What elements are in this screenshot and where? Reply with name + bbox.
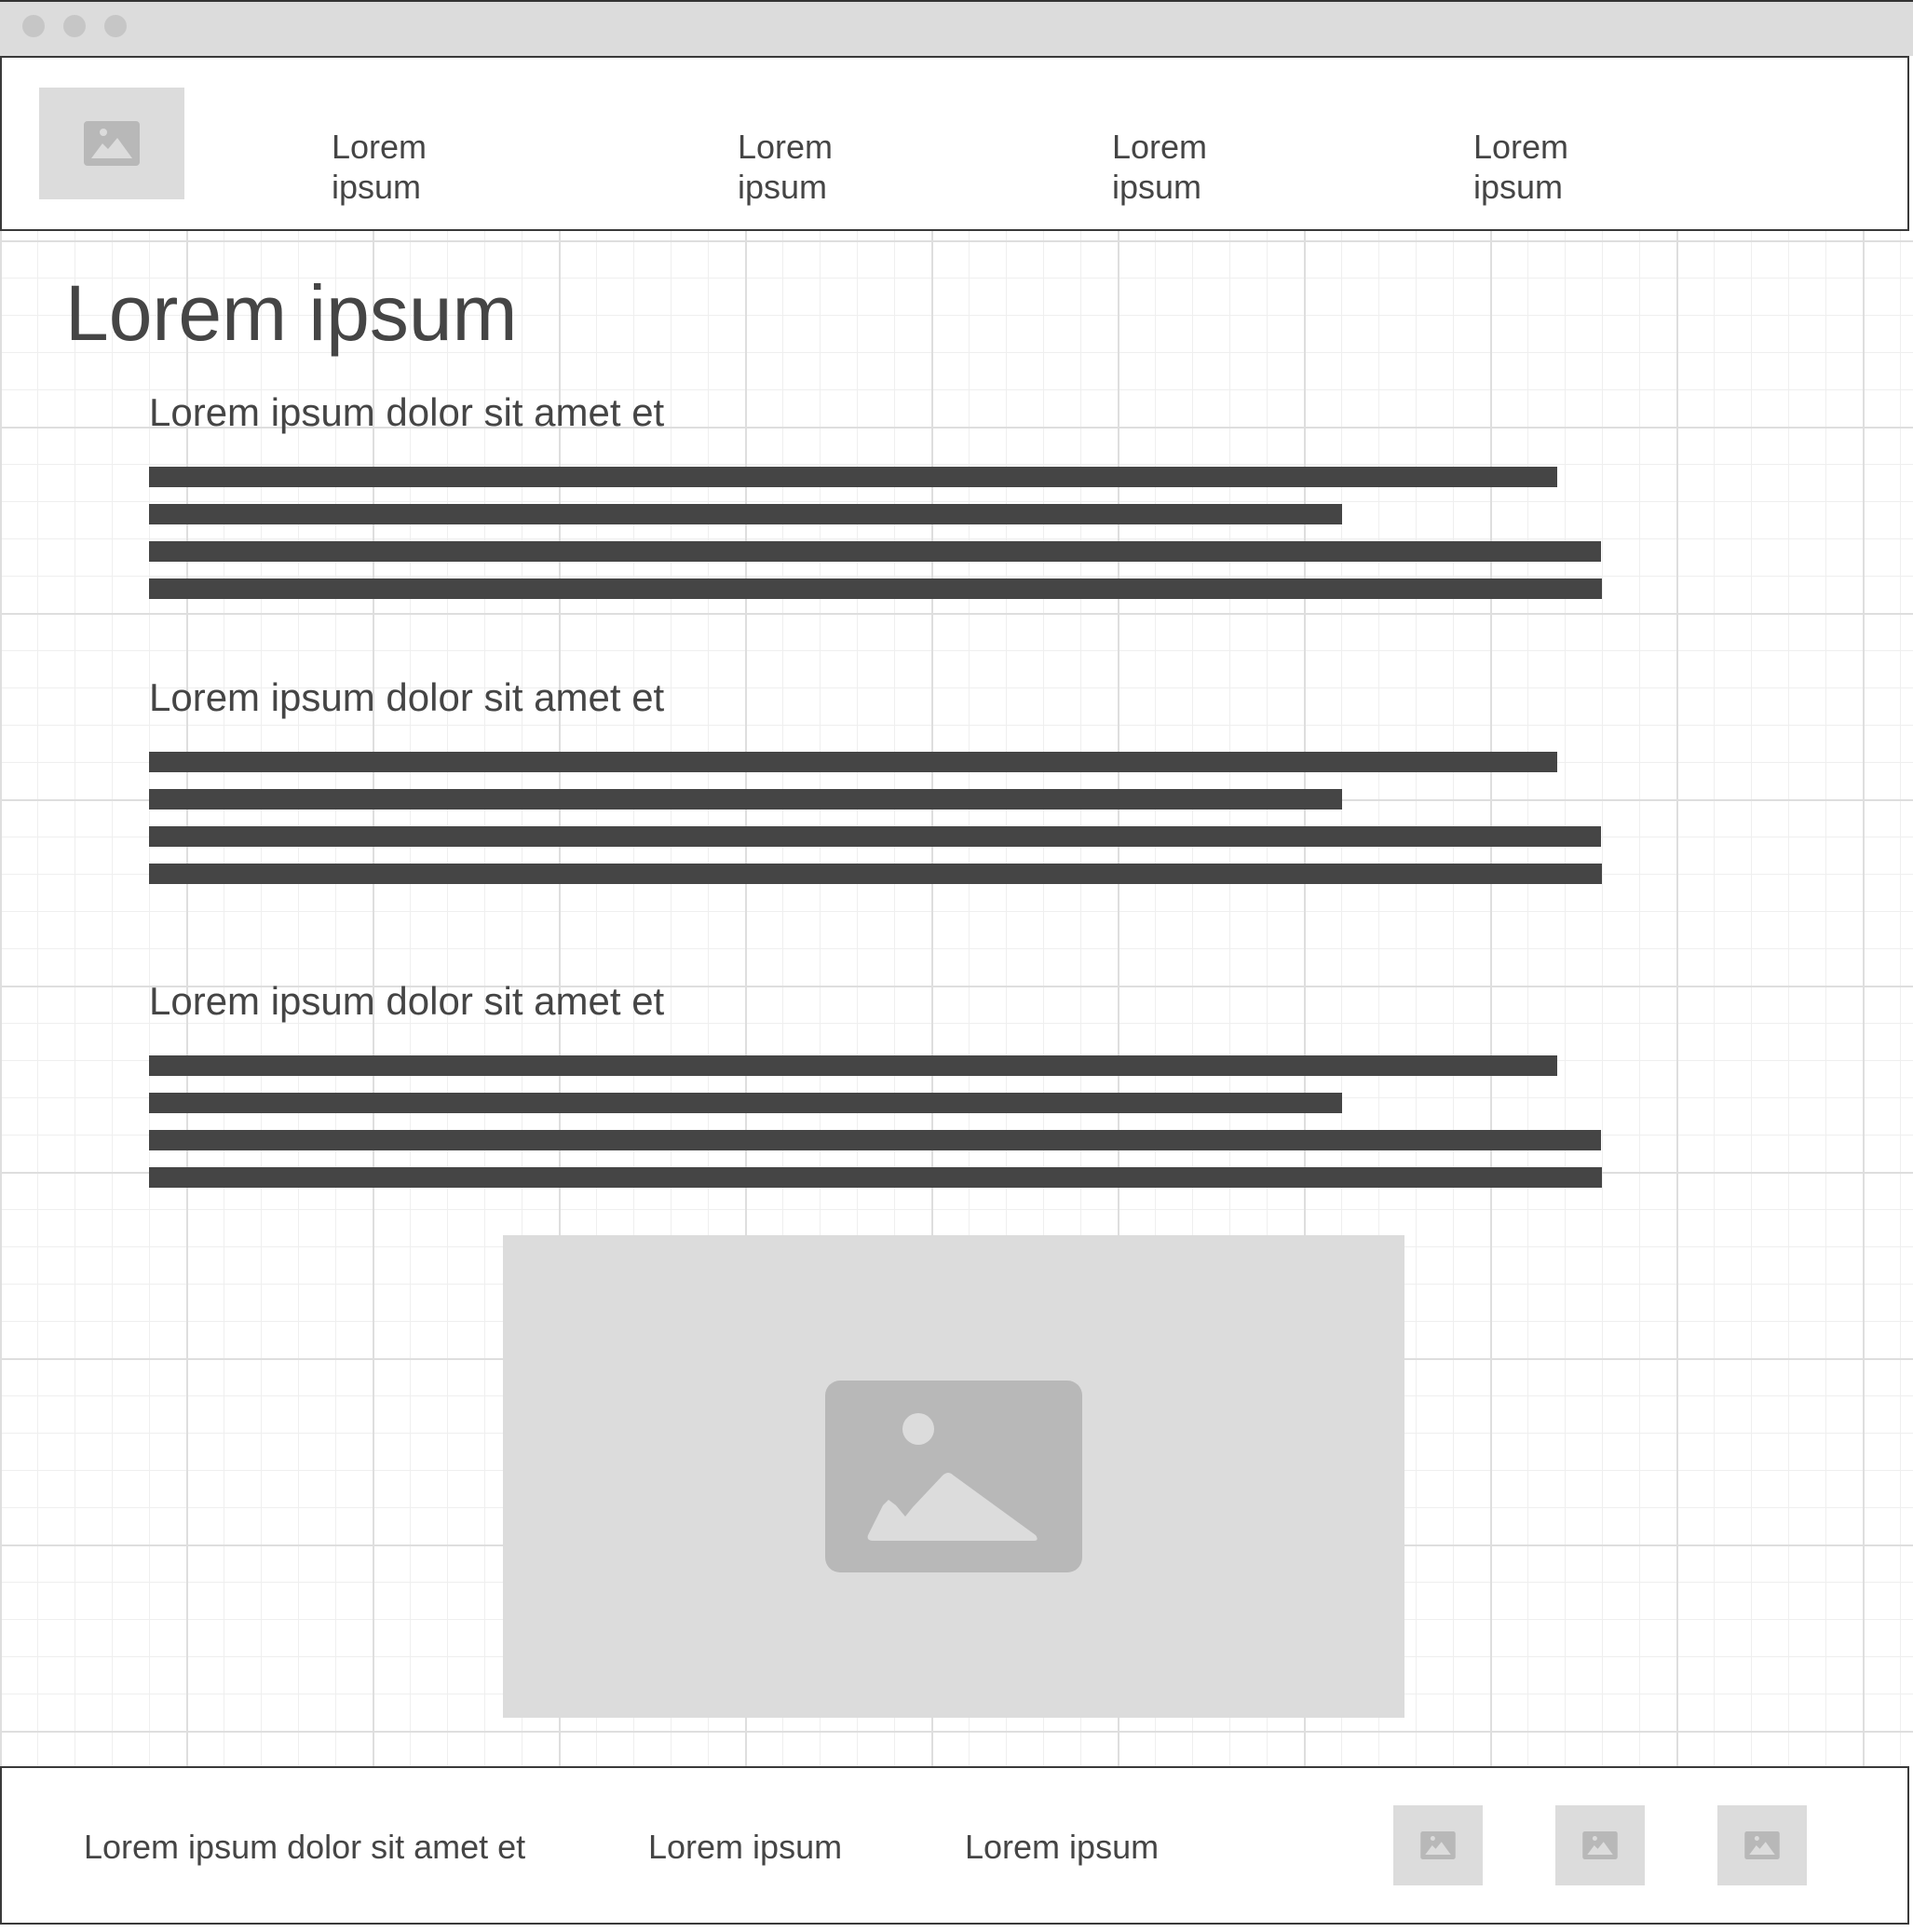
site-header: Lorem ipsum Lorem ipsum Lorem ipsum Lore…	[0, 56, 1909, 231]
footer-text: Lorem ipsum dolor sit amet et	[84, 1828, 526, 1866]
section-heading-1: Lorem ipsum dolor sit amet et	[149, 390, 665, 434]
image-icon	[1744, 1831, 1780, 1859]
logo-image-placeholder[interactable]	[39, 88, 184, 199]
page-title: Lorem ipsum	[65, 269, 518, 357]
footer-image-placeholder-1[interactable]	[1393, 1805, 1483, 1885]
window-maximize-dot[interactable]	[104, 15, 127, 37]
footer-image-placeholder-3[interactable]	[1717, 1805, 1807, 1885]
nav-item-3[interactable]: Lorem ipsum	[1112, 127, 1298, 207]
browser-title-bar	[0, 0, 1913, 56]
text-line	[149, 541, 1601, 562]
image-icon	[1582, 1831, 1618, 1859]
window-close-dot[interactable]	[22, 15, 45, 37]
footer-link-1[interactable]: Lorem ipsum	[648, 1828, 842, 1867]
text-line	[149, 1167, 1602, 1188]
image-icon	[84, 121, 140, 166]
image-icon	[1420, 1831, 1456, 1859]
text-line	[149, 864, 1602, 884]
text-line	[149, 826, 1601, 847]
section-heading-2: Lorem ipsum dolor sit amet et	[149, 675, 665, 719]
text-line	[149, 789, 1342, 810]
hero-image-placeholder[interactable]	[503, 1235, 1404, 1718]
section-heading-3: Lorem ipsum dolor sit amet et	[149, 979, 665, 1023]
text-line	[149, 1130, 1601, 1150]
footer-link-2[interactable]: Lorem ipsum	[965, 1828, 1159, 1867]
footer-image-placeholder-2[interactable]	[1555, 1805, 1645, 1885]
text-line	[149, 504, 1342, 524]
window-minimize-dot[interactable]	[63, 15, 86, 37]
text-line	[149, 578, 1602, 599]
image-icon	[825, 1381, 1082, 1572]
nav-item-4[interactable]: Lorem ipsum	[1473, 127, 1660, 207]
text-line	[149, 467, 1557, 487]
nav-item-2[interactable]: Lorem ipsum	[738, 127, 924, 207]
site-footer: Lorem ipsum dolor sit amet et Lorem ipsu…	[0, 1766, 1909, 1925]
text-line	[149, 1093, 1342, 1113]
text-line	[149, 752, 1557, 772]
text-line	[149, 1055, 1557, 1076]
nav-item-1[interactable]: Lorem ipsum	[332, 127, 518, 207]
